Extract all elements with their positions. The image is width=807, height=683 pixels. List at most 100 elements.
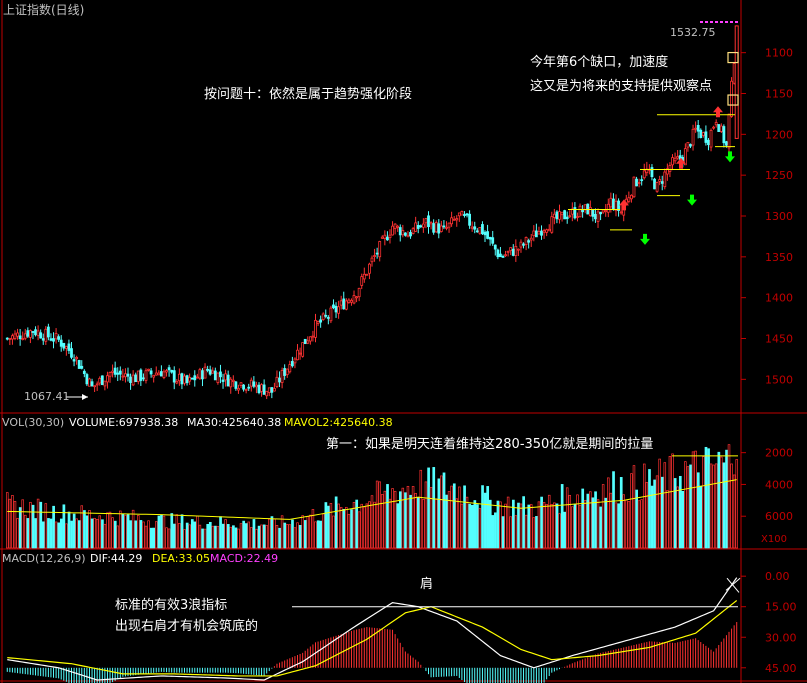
volume-bar [316,520,320,549]
candle-body [247,386,251,389]
volume-bar [717,451,721,549]
volume-bar [214,525,217,549]
volume-bar [211,525,215,549]
volume-bar [432,467,436,549]
candle-body [332,304,335,309]
candle-body [362,273,366,280]
candle-body [213,370,217,381]
candle-body [396,225,400,228]
volume-bar [172,523,176,549]
candle-body [162,371,166,378]
volume-bar [121,513,125,549]
candle-body [183,375,186,384]
volume-bar [532,517,536,549]
candle-body [596,211,600,222]
candle-body [216,372,220,383]
candle-body [221,379,225,382]
candle-body [239,382,243,386]
candle-body [193,375,197,381]
volume-bar [196,515,199,549]
volume-bar [224,519,227,549]
candle-body [491,237,495,244]
volume-bar [381,494,384,549]
volume-bar [434,498,438,549]
volume-bar [460,503,464,549]
volume-bar [350,509,353,549]
volume-bar [409,494,412,549]
candle-body [514,245,518,256]
volume-header-mavol2: MAVOL2:425640.38 [284,416,393,429]
volume-bar [16,518,19,549]
volume-bar [691,451,695,549]
volume-bar [95,518,99,549]
volume-bar [391,488,394,549]
volume-bar [653,479,656,549]
candle-body [75,357,79,360]
volume-bar [619,477,623,549]
volume-bar [280,515,284,549]
candle-body [642,170,646,179]
candle-body [242,384,245,390]
volume-bar [465,496,469,549]
volume-bar [41,521,45,549]
volume-bar [725,449,728,549]
volume-bar [483,492,487,549]
volume-bar [699,485,703,549]
volume-bar [732,474,736,549]
candle-body [59,339,63,347]
candle-body [734,25,739,139]
annotation-macd-line1: 标准的有效3浪指标 [115,597,227,613]
candle-body [635,178,638,187]
candle-body [529,237,533,241]
candle-body [468,213,472,226]
volume-bar [468,503,472,549]
candle-body [439,225,443,232]
candle-body [663,171,667,188]
volume-bar [470,504,474,549]
volume-bar [617,503,621,549]
volume-bar [660,476,664,549]
volume-bar [147,520,150,549]
candle-body [686,142,690,148]
volume-bar [404,492,407,549]
candle-body [90,381,94,387]
candle-body [82,370,86,374]
volume-bar [83,510,86,549]
candle-body [619,211,623,214]
candle-body [252,381,256,387]
volume-bar [529,504,533,549]
candle-body [339,300,343,306]
candle-body [5,337,9,340]
volume-bar [134,520,138,549]
candle-body [483,231,487,236]
volume-bar [542,502,546,549]
volume-bar [517,502,520,549]
candle-body [640,179,644,182]
macd-header-macd: MACD:22.49 [210,552,278,565]
candle-body [106,375,109,383]
candle-body [308,336,312,342]
volume-bar [347,513,351,549]
candle-body [165,370,168,373]
candle-body [370,257,374,263]
candle-body [167,367,171,371]
volume-tick-label: 2000 [765,447,793,460]
candle-body [237,387,240,391]
volume-bar [21,499,24,549]
volume-bar [26,518,30,549]
volume-bar [257,525,261,549]
volume-bar [393,490,397,549]
volume-bar [476,504,479,549]
volume-bar [285,524,289,549]
volume-bar [270,516,274,549]
candle-body [170,369,174,373]
volume-bar [247,521,250,549]
candle-body [136,370,140,382]
candle-body [668,165,672,172]
candle-body [234,381,238,389]
candle-body [85,374,89,385]
volume-bar [113,520,117,549]
candle-body [70,348,73,358]
volume-bar [735,459,738,549]
volume-bar [283,522,287,549]
